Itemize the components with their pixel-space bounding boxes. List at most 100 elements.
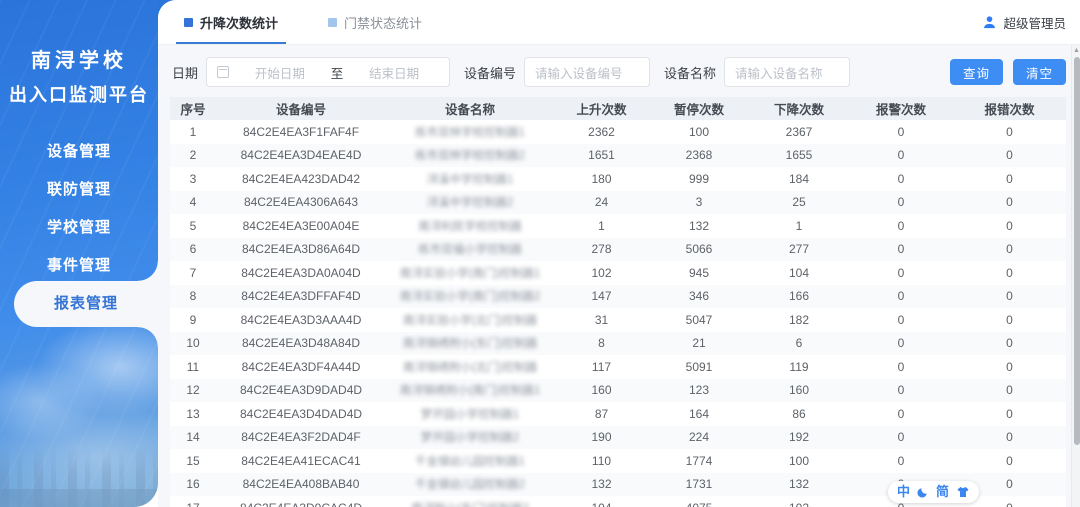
scrollbar-thumb[interactable] [1073,57,1080,445]
cell-num: 0 [897,453,905,468]
table-row: 3 84C2E4EA423DAD42 浔溪中学控制器1 180 999 184 0 0 [170,167,1066,191]
cell-num: 164 [688,406,710,421]
table-row: 9 84C2E4EA3D3AAA4D 南浔实验小学(北门)控制器 31 5047 182 0… [170,308,1066,332]
cell-name: 南浔锦绣附小(南门)控制器1 [399,385,541,398]
cell-name: 南浔利民学校控制器 [418,220,522,233]
cell-num: 0 [1006,406,1013,421]
top-bar: 升降次数统计 门禁状态统计 超级管理员 [158,0,1080,45]
cell-num: 0 [897,148,905,163]
cell-name: 南浔实验小学(南门)控制器1 [399,267,541,280]
cell-id: 84C2E4EA3D9DAD4D [239,383,363,398]
cell-id: 84C2E4EA3DFFAF4D [241,289,361,304]
cell-num: 0 [897,171,905,186]
cell-num: 0 [1006,242,1013,257]
cell-num: 2362 [588,124,615,139]
cell-num: 182 [788,312,810,327]
cell-seq: 14 [186,430,200,445]
device-name-placeholder: 请输入设备名称 [735,66,823,81]
filter-bar: 日期 开始日期 至 结束日期 设备编号 请输入设备编号 设备名称 请输入设备名称… [158,45,1080,87]
device-no-input[interactable]: 请输入设备编号 [524,57,651,87]
sidebar-item-4[interactable]: 事件管理 [0,247,158,285]
cell-name: 南浔锦绣附小(东门)控制器 [402,338,538,351]
cell-name: 梦开园小学控制器1 [420,408,520,421]
sidebar-item-3[interactable]: 学校管理 [0,209,158,247]
cell-id: 84C2E4EA3D3AAA4D [240,312,362,327]
cell-name: 梦开园小学控制器2 [420,432,520,445]
ime-script-label: 简 [936,484,950,499]
search-button[interactable]: 查询 [949,59,1003,85]
shirt-skin-icon [957,487,969,497]
sidebar: 南浔学校 出入口监测平台 设备管理 联防管理 学校管理 事件管理 报表管理 [0,0,158,507]
table-row: 7 84C2E4EA3DA0A04D 南浔实验小学(南门)控制器1 102 945 104… [170,261,1066,285]
cell-num: 110 [591,453,612,468]
moon-icon [917,488,927,498]
cell-num: 0 [1006,289,1013,304]
tab-bullet-icon [184,17,193,27]
cell-seq: 11 [186,359,200,374]
cell-seq: 10 [186,336,200,351]
main-panel: 升降次数统计 门禁状态统计 超级管理员 日期 开始日期 至 结束日期 设备编号 请… [158,0,1080,507]
table-header-row: 序号 设备编号 设备名称 上升次数 暂停次数 下降次数 报警次数 报错次数 [170,97,1066,120]
table-row: 1 84C2E4EA3F1FAF4F 练市双林学校控制器1 2362 100 2367 0 0 [170,120,1066,144]
cell-name: 浔溪中学控制器1 [426,173,514,186]
tab-2[interactable]: 门禁状态统计 [324,0,426,44]
table-row: 13 84C2E4EA3D4DAD4D 梦开园小学控制器1 87 164 86 0 0 [170,402,1066,426]
cell-num: 25 [792,195,806,210]
cell-num: 277 [788,242,810,257]
cell-name: 南浔锦绣附小(北门)控制器 [402,361,538,374]
cell-num: 0 [1006,218,1013,233]
cell-num: 5047 [685,312,713,327]
column-header: 设备编号 [275,103,326,117]
user-name: 超级管理员 [1003,16,1066,31]
cell-num: 184 [788,171,810,186]
cell-num: 0 [897,430,905,445]
start-date-placeholder: 开始日期 [254,66,305,81]
cell-num: 0 [1006,195,1013,210]
cell-num: 104 [788,265,810,280]
cell-num: 224 [688,430,710,445]
cell-name: 练市双林学校控制器1 [415,126,525,139]
app-title: 南浔学校 出入口监测平台 [0,0,158,107]
cell-num: 117 [591,359,612,374]
cell-name: 练市双林学校控制器2 [415,150,525,163]
column-header: 暂停次数 [673,103,724,117]
app-title-line2: 出入口监测平台 [9,85,149,105]
cell-id: 84C2E4EA3D86A64D [241,242,361,257]
cell-num: 87 [594,406,609,421]
cell-seq: 15 [186,453,200,468]
clear-button[interactable]: 清空 [1012,59,1066,85]
cell-seq: 8 [189,289,197,304]
cell-num: 192 [788,430,810,445]
device-name-input[interactable]: 请输入设备名称 [724,57,851,87]
cell-num: 5066 [685,242,713,257]
cell-name: 千金镇幼儿园控制器2 [415,479,525,492]
cell-num: 190 [591,430,612,445]
cell-seq: 5 [189,218,197,233]
cell-seq: 6 [189,242,197,257]
sidebar-item-2[interactable]: 联防管理 [0,171,158,209]
ime-toolbar[interactable]: 中 简 [888,481,980,503]
cell-name: 南浔附小(东门)控制器2 [386,500,554,507]
end-date-placeholder: 结束日期 [369,66,420,81]
sidebar-item-5[interactable]: 报表管理 [14,261,158,347]
scroll-up-arrow[interactable]: ▲ [1073,47,1080,54]
cell-num: 1731 [685,477,713,492]
sidebar-item-1[interactable]: 设备管理 [0,133,158,171]
cell-name: 千金镇幼儿园控制器1 [415,455,525,468]
cell-num: 0 [897,124,905,139]
cell-num: 0 [897,218,905,233]
tab-label: 升降次数统计 [200,15,279,31]
cell-num: 123 [688,383,710,398]
cell-num: 0 [897,195,905,210]
cell-num: 0 [897,406,905,421]
cell-num: 8 [598,336,605,351]
tab-1[interactable]: 升降次数统计 [175,0,287,44]
cell-id: 84C2E4EA4306A643 [243,195,359,210]
column-header: 设备名称 [444,103,495,117]
user-menu[interactable]: 超级管理员 [982,13,1066,32]
table-row: 15 84C2E4EA41ECAC41 千金镇幼儿园控制器1 110 1774 100 0 0 [170,449,1066,473]
cell-id: 84C2E4EA3D4DAD4D [239,406,363,421]
date-range-picker[interactable]: 开始日期 至 结束日期 [206,57,451,87]
cell-name: 南浔实验小学(北门)控制器 [402,314,538,327]
vertical-scrollbar[interactable]: ▲ [1071,45,1080,507]
